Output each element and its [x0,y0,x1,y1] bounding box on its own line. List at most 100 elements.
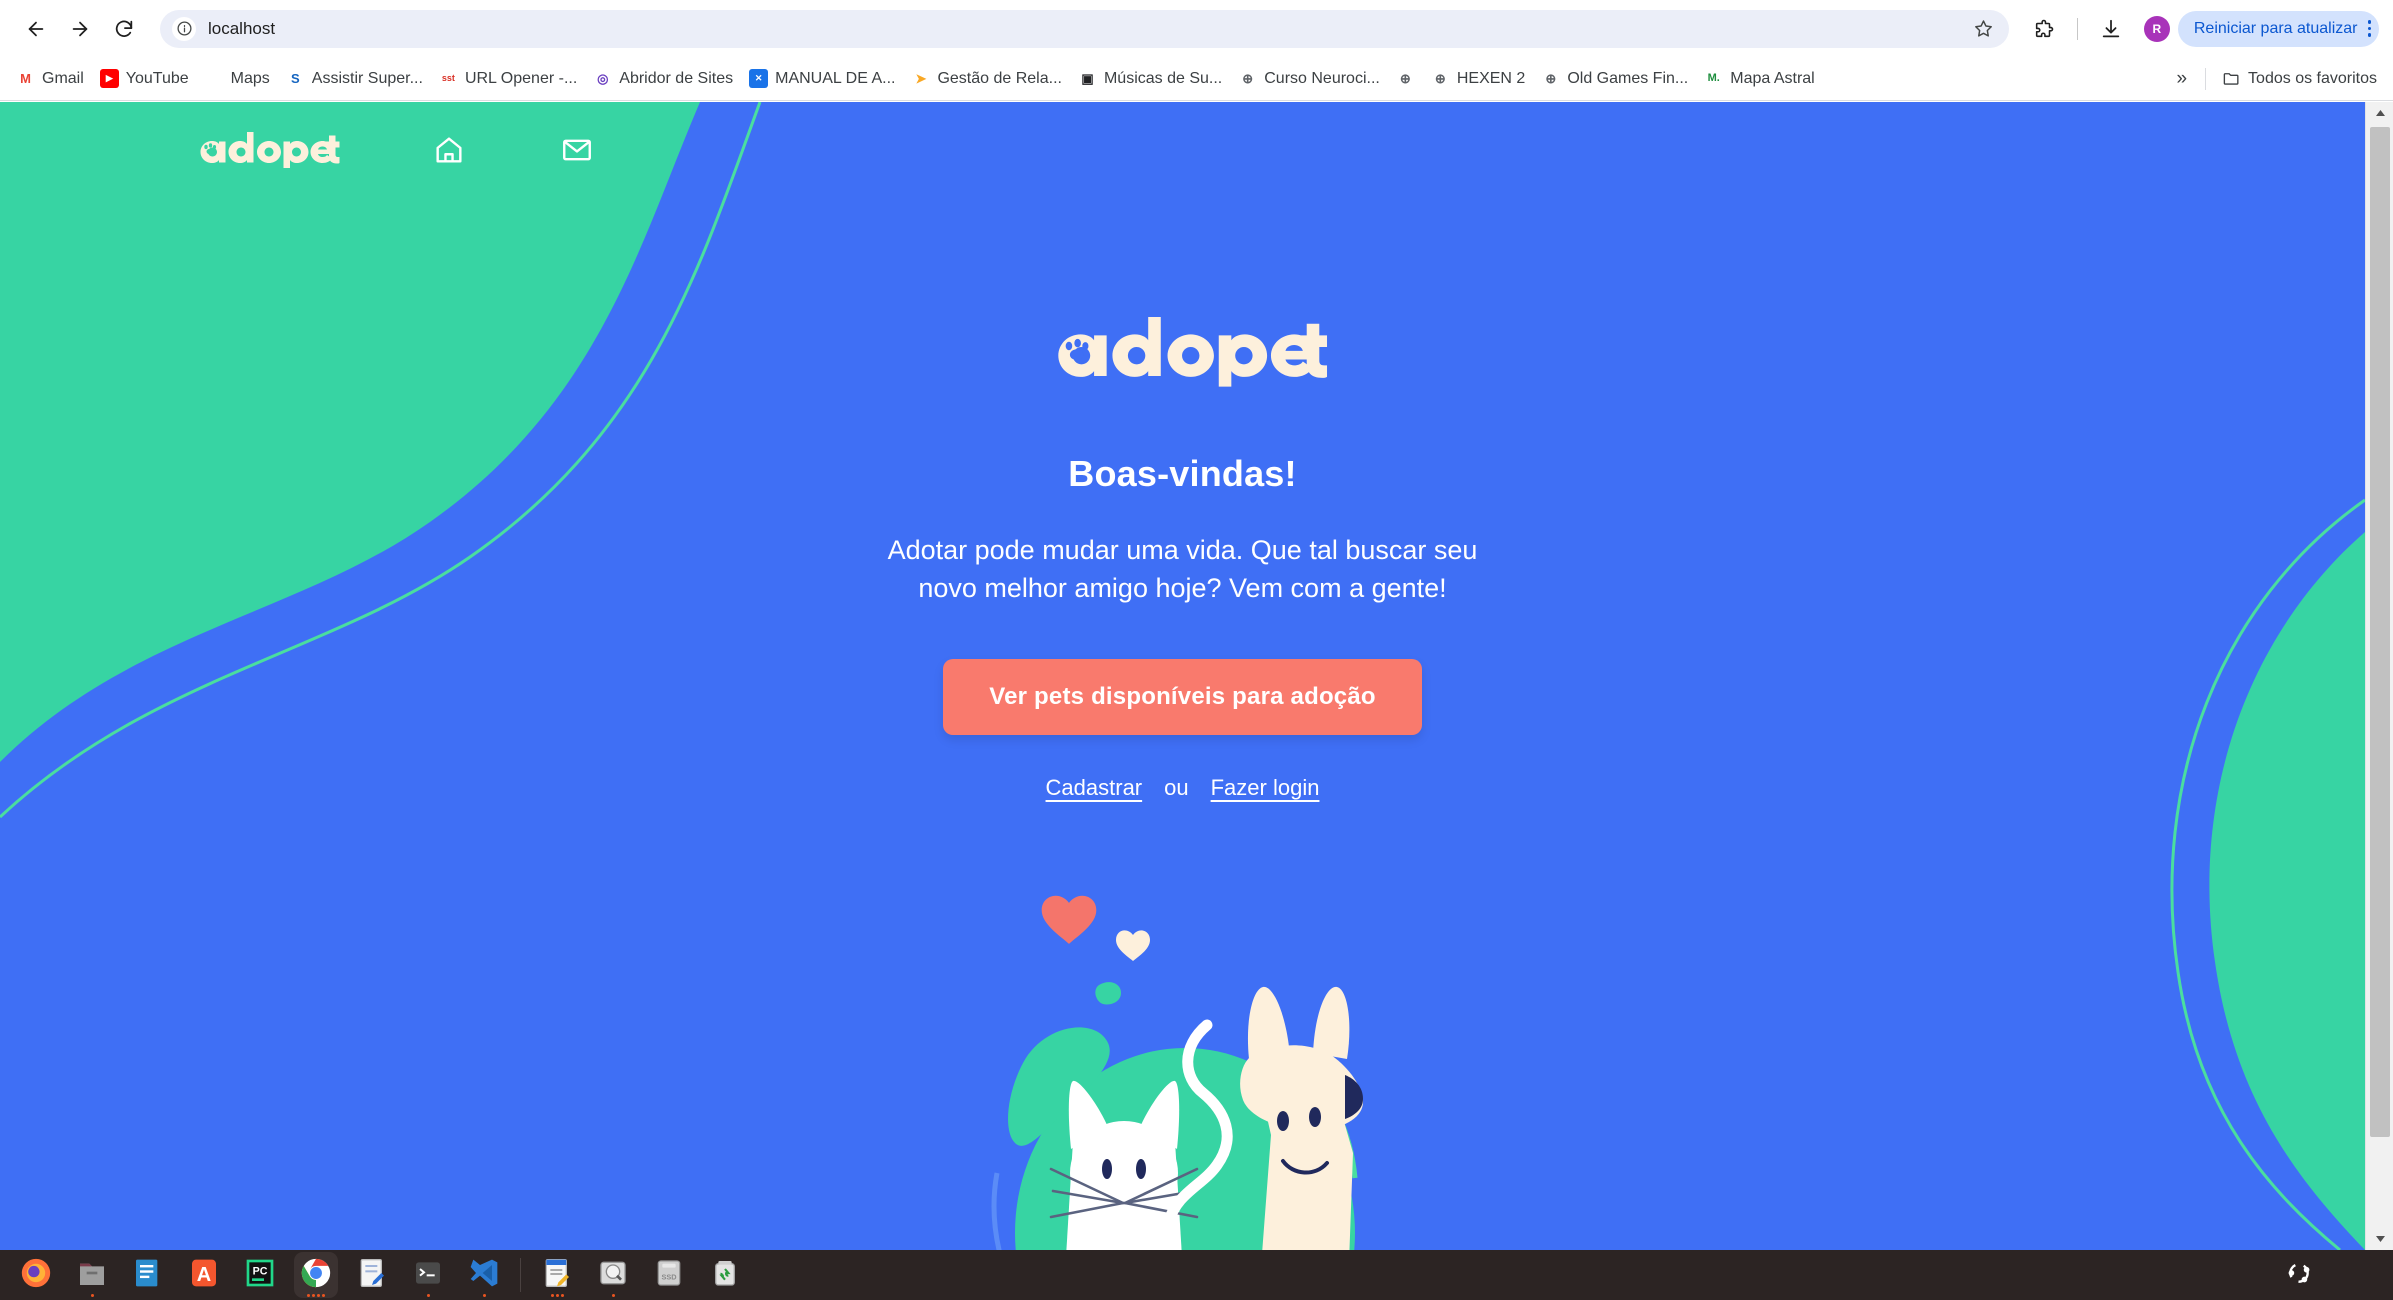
bookmark-item[interactable]: ▣ Músicas de Su... [1070,64,1230,94]
bookmark-label: Gmail [42,69,84,87]
globe-icon: ⊕ [1434,71,1446,86]
gmail-icon: M [20,71,31,86]
kebab-menu-icon[interactable] [2367,20,2371,37]
running-indicator [288,1294,344,1297]
all-bookmarks-label: Todos os favoritos [2248,69,2377,87]
anytype-icon: A [188,1257,220,1294]
or-label: ou [1164,775,1189,801]
folder-icon [2222,69,2241,88]
envelope-icon[interactable] [558,131,596,169]
download-icon[interactable] [2091,9,2131,49]
bookmark-item[interactable]: ⊕ Curso Neuroci... [1230,64,1388,94]
files-icon [76,1257,108,1294]
update-button[interactable]: Reiniciar para atualizar [2177,10,2379,47]
page-scrollbar[interactable] [2365,102,2393,1250]
taskbar-item-text-editor[interactable] [344,1250,400,1300]
bookmark-label: Abridor de Sites [619,69,734,87]
back-button[interactable] [14,7,58,51]
tv-icon: ▣ [1081,71,1094,86]
caret-down-icon[interactable] [2366,1228,2393,1250]
bookmark-item[interactable]: M. Mapa Astral [1696,64,1822,94]
avatar[interactable]: R [2143,15,2170,42]
scrollbar-thumb[interactable] [2370,127,2390,1137]
bookmark-item[interactable]: ◎ Abridor de Sites [585,64,741,94]
login-link[interactable]: Fazer login [1211,775,1320,801]
taskbar-item-files[interactable] [64,1250,120,1300]
bookmarks-bar-right: » Todos os favoritos [2166,64,2385,94]
taskbar-item-anytype[interactable]: A [176,1250,232,1300]
hero-content: Boas-vindas! Adotar pode mudar uma vida.… [0,102,2365,1250]
adopet-page: Boas-vindas! Adotar pode mudar uma vida.… [0,102,2365,1250]
running-indicator [585,1294,641,1297]
bookmark-item[interactable]: S Assistir Super... [278,64,431,94]
taskbar-item-trash[interactable] [697,1250,753,1300]
page-title: Boas-vindas! [1068,452,1297,494]
adopet-logo-main [1057,317,1327,387]
taskbar-item-firefox[interactable] [8,1250,64,1300]
bookmark-label: Assistir Super... [311,69,423,87]
running-indicator [64,1294,120,1297]
taskbar-item-libreoffice-writer[interactable] [120,1250,176,1300]
address-bar-text: localhost [208,18,276,38]
caret-up-icon[interactable] [2366,102,2393,124]
address-bar[interactable]: localhost [160,9,2009,48]
reload-button[interactable] [102,7,146,51]
mapa-astral-icon: M. [1707,72,1720,84]
flag-icon: ➤ [915,71,927,86]
bookmark-item[interactable]: ✕ MANUAL DE A... [741,64,903,94]
taskbar-item-pycharm[interactable]: PC [232,1250,288,1300]
bookmark-label: HEXEN 2 [1456,69,1526,87]
auth-links: Cadastrar ou Fazer login [1046,775,1320,801]
bookmark-label: Gestão de Rela... [937,69,1062,87]
superflix-s-icon: S [290,71,300,86]
globe-icon: ⊕ [1545,71,1557,86]
adopet-logo-header[interactable] [190,131,340,168]
page-viewport: Boas-vindas! Adotar pode mudar uma vida.… [0,102,2393,1250]
star-icon[interactable] [1969,14,1999,44]
home-icon[interactable] [430,131,468,169]
sst-icon: sst [441,73,455,83]
bookmark-item[interactable]: ⊕ Old Games Fin... [1533,64,1696,94]
info-circle-icon[interactable] [172,16,196,41]
taskbar-divider [520,1258,521,1292]
taskbar-item-google-chrome[interactable] [288,1250,344,1300]
signup-link[interactable]: Cadastrar [1046,775,1143,801]
bookmark-item[interactable]: ⊕ HEXEN 2 [1423,64,1533,94]
view-pets-button[interactable]: Ver pets disponíveis para adoção [943,659,1422,736]
cat-dog-illustration [991,896,1363,1250]
system-taskbar: A PC SSD [0,1250,2393,1300]
bookmark-label: Old Games Fin... [1567,69,1689,87]
bookmark-item[interactable]: ● Maps [197,64,278,94]
bookmark-label: YouTube [125,69,189,87]
show-desktop-button[interactable] [2271,1250,2327,1300]
google-chrome-icon [299,1256,333,1295]
notes-icon [541,1257,573,1294]
browser-window: localhost R Reiniciar para atualizar M Gm… [0,0,2393,1300]
taskbar-item-terminal[interactable] [400,1250,456,1300]
svg-text:SSD: SSD [661,1272,676,1281]
taskbar-item-notes[interactable] [529,1250,585,1300]
toolbar-divider [2076,17,2078,40]
x-circle-icon: ✕ [749,69,769,88]
bookmark-item[interactable]: ▶ YouTube [92,64,197,94]
disks-icon [597,1257,629,1294]
extensions-icon[interactable] [2024,9,2064,49]
bookmark-label: Maps [230,69,270,87]
maps-pin-icon: ● [210,71,219,86]
bookmark-item[interactable]: ⊕ [1388,64,1423,94]
taskbar-item-ssd-drive[interactable]: SSD [641,1250,697,1300]
bookmarks-overflow-button[interactable]: » [2166,64,2197,94]
taskbar-item-vscode[interactable] [456,1250,512,1300]
running-indicator [400,1294,456,1297]
bookmark-item[interactable]: ➤ Gestão de Rela... [903,64,1070,94]
bookmark-item[interactable]: M Gmail [8,64,92,94]
vscode-icon [468,1257,500,1294]
taskbar-item-disks[interactable] [585,1250,641,1300]
forward-button[interactable] [58,7,102,51]
site-header [0,102,2365,197]
all-bookmarks-button[interactable]: Todos os favoritos [2214,64,2385,94]
bookmark-item[interactable]: sst URL Opener -... [431,64,585,94]
svg-text:PC: PC [253,1265,268,1277]
browser-toolbar: localhost R Reiniciar para atualizar [0,0,2393,57]
bookmark-label: Curso Neuroci... [1264,69,1380,87]
